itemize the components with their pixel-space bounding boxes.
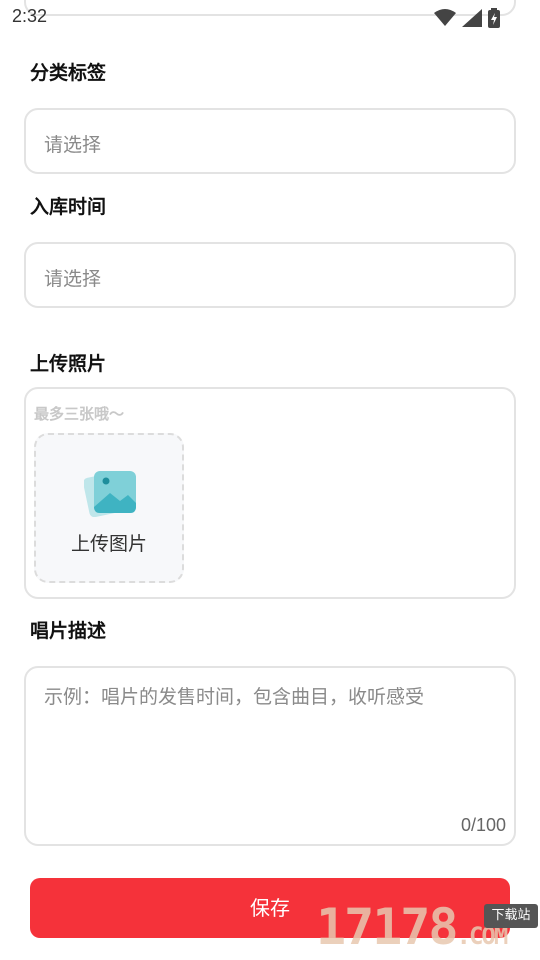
category-placeholder: 请选择 (44, 134, 102, 156)
photo-upload-panel: 最多三张哦～ 上传图片 (24, 387, 516, 599)
battery-icon (488, 8, 500, 32)
description-placeholder: 示例：唱片的发售时间，包含曲目，收听感受 (44, 686, 425, 708)
storage-time-placeholder: 请选择 (44, 268, 102, 290)
wifi-icon (434, 9, 456, 31)
signal-icon (462, 9, 482, 31)
watermark-badge: 下载站 (484, 904, 538, 928)
category-label: 分类标签 (30, 62, 107, 84)
upload-image-button[interactable]: 上传图片 (34, 433, 184, 583)
photo-limit-hint: 最多三张哦～ (34, 405, 125, 423)
storage-time-select[interactable]: 请选择 (24, 242, 516, 308)
status-time: 2:32 (12, 6, 48, 26)
watermark-main: 17178 (316, 898, 459, 956)
storage-time-label: 入库时间 (30, 196, 107, 218)
description-label: 唱片描述 (30, 620, 107, 642)
category-select[interactable]: 请选择 (24, 108, 516, 174)
image-icon (83, 469, 138, 521)
description-textarea[interactable]: 示例：唱片的发售时间，包含曲目，收听感受 0/100 (24, 666, 516, 846)
upload-image-label: 上传图片 (70, 533, 147, 555)
watermark-logo: 17178.COM (316, 898, 508, 956)
status-bar: 2:32 (0, 0, 540, 36)
character-counter: 0/100 (460, 815, 506, 835)
photos-label: 上传照片 (30, 353, 107, 375)
